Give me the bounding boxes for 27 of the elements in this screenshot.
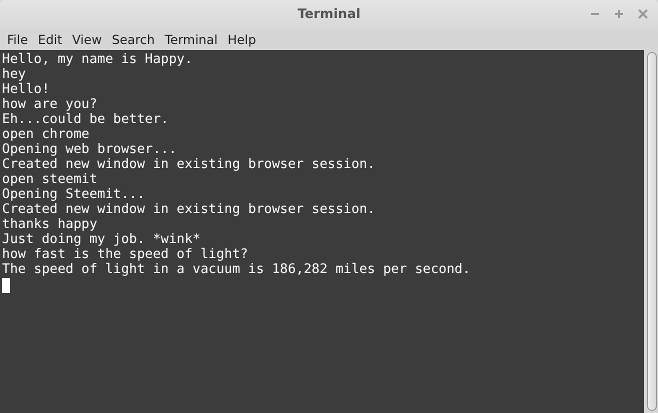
terminal-line: Opening Steemit... [2,187,146,202]
terminal-line: Eh...could be better. [2,112,170,127]
terminal-line: Created new window in existing browser session. [2,157,376,172]
terminal-line: Opening web browser... [2,142,178,157]
terminal-line: how fast is the speed of light? [2,247,250,262]
terminal-line: thanks happy [2,217,98,232]
menu-item[interactable]: Terminal [160,32,223,46]
scrollbar[interactable] [644,50,658,413]
terminal-line: Just doing my job. *wink* [2,232,202,247]
terminal-line: open chrome [2,127,90,142]
menu-item[interactable]: Search [106,32,160,46]
window-title: Terminal [298,6,360,22]
maximize-icon [614,9,624,19]
menu-item[interactable]: View [67,32,107,46]
terminal-line: Hello, my name is Happy. [2,52,194,67]
terminal-line: open steemit [2,172,98,187]
menu-item[interactable]: Help [222,32,262,46]
terminal-line: Created new window in existing browser session. [2,202,376,217]
close-icon [638,9,648,19]
terminal-line: The speed of light in a vacuum is 186,282 miles per second. [2,262,472,277]
menu-item[interactable]: File [2,32,33,46]
scrollbar-thumb[interactable] [647,52,657,411]
terminal-line: how are you? [2,97,98,112]
menu-item[interactable]: Edit [32,32,68,46]
terminal-line: Hello! [2,82,51,97]
text-cursor [2,278,10,293]
terminal-line: hey [2,67,27,82]
